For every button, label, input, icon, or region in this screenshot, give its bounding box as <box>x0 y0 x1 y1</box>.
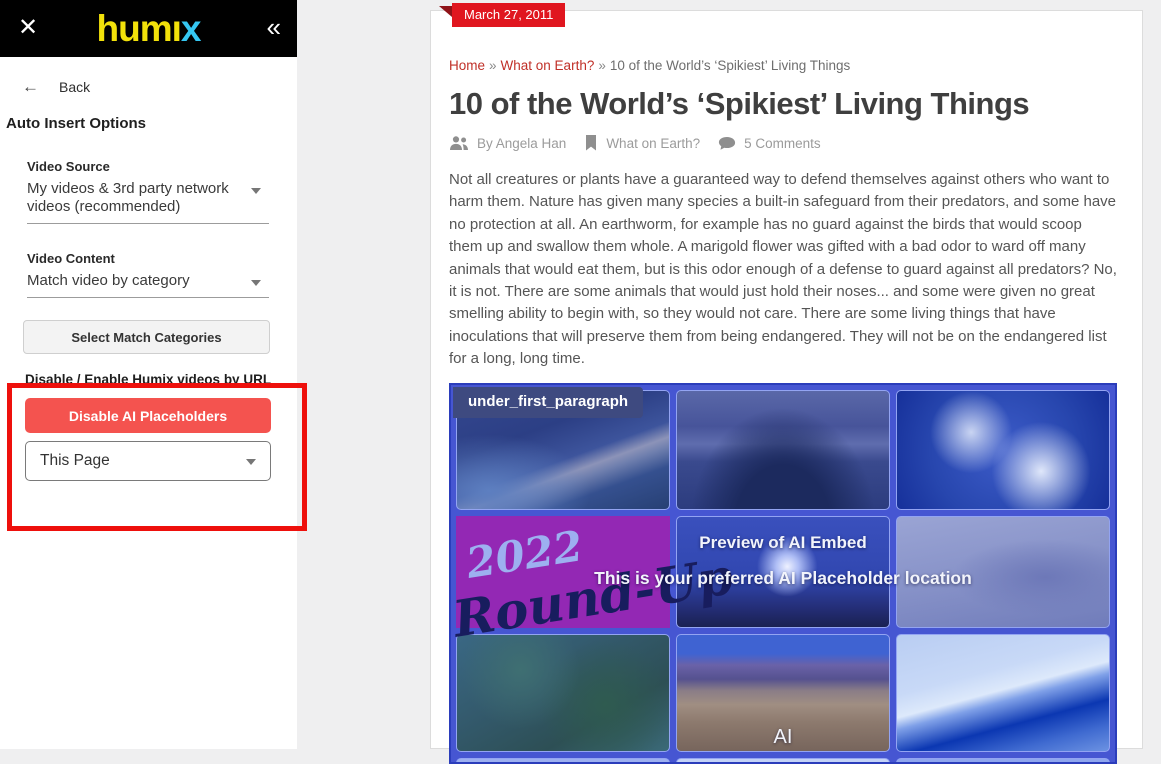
chevron-down-icon <box>251 188 261 194</box>
chevron-down-icon <box>246 459 256 465</box>
placement-tag: under_first_paragraph <box>453 387 643 418</box>
byline-category[interactable]: What on Earth? <box>606 136 700 151</box>
chevron-down-icon <box>251 280 261 286</box>
page-scope-select[interactable]: This Page <box>25 441 271 481</box>
disable-enable-section: Disable / Enable Humix videos by URL Dis… <box>25 372 275 481</box>
video-source-label: Video Source <box>27 159 269 174</box>
embed-preview-title: Preview of AI Embed <box>451 533 1115 553</box>
select-match-categories-button[interactable]: Select Match Categories <box>23 320 270 354</box>
logo-x: x <box>181 8 201 49</box>
thumbnail-earth <box>896 390 1110 510</box>
embed-preview-subtitle: This is your preferred AI Placeholder lo… <box>451 568 1115 589</box>
breadcrumb: Home»What on Earth?»10 of the World’s ‘S… <box>449 58 1116 73</box>
thumbnail-partial <box>676 758 890 764</box>
page-title: 10 of the World’s ‘Spikiest’ Living Thin… <box>449 86 1116 122</box>
thumbnail-volcano <box>676 390 890 510</box>
video-content-field: Video Content Match video by category <box>27 251 269 298</box>
breadcrumb-separator: » <box>489 58 497 73</box>
thumbnail-partial <box>896 758 1110 764</box>
ai-watermark: AI <box>451 726 1115 749</box>
page-scope-value: This Page <box>40 452 110 469</box>
breadcrumb-current: 10 of the World’s ‘Spikiest’ Living Thin… <box>610 58 850 73</box>
disable-section-label: Disable / Enable Humix videos by URL <box>25 372 275 387</box>
byline-author: By Angela Han <box>477 136 566 151</box>
collapse-sidebar-icon[interactable]: « <box>267 12 281 43</box>
humix-sidebar: ✕ humıx « ← Back Auto Insert Options Vid… <box>0 0 297 749</box>
video-source-dropdown[interactable]: My videos & 3rd party network videos (re… <box>27 174 269 224</box>
humix-logo: humıx <box>0 0 297 57</box>
back-button[interactable]: ← Back <box>22 77 297 97</box>
sidebar-header: ✕ humıx « <box>0 0 297 57</box>
back-label: Back <box>59 79 90 95</box>
breadcrumb-separator: » <box>598 58 606 73</box>
thumbnail-partial <box>456 758 670 764</box>
author-icon <box>449 136 469 151</box>
breadcrumb-category-link[interactable]: What on Earth? <box>501 58 595 73</box>
disable-ai-placeholders-button[interactable]: Disable AI Placeholders <box>25 398 271 433</box>
date-badge: March 27, 2011 <box>452 3 565 27</box>
bookmark-icon <box>584 135 598 151</box>
byline: By Angela Han What on Earth? 5 Comments <box>449 135 1116 151</box>
video-content-value: Match video by category <box>27 272 190 289</box>
date-text: March 27, 2011 <box>464 7 553 22</box>
back-arrow-icon: ← <box>22 77 39 97</box>
breadcrumb-home-link[interactable]: Home <box>449 58 485 73</box>
comment-bubble-icon <box>718 136 736 151</box>
video-source-field: Video Source My videos & 3rd party netwo… <box>27 159 269 224</box>
ai-embed-preview: 2022 Round-Up under_first_paragraph Prev… <box>449 383 1117 764</box>
article-card: March 27, 2011 Home»What on Earth?»10 of… <box>430 10 1143 749</box>
byline-comments[interactable]: 5 Comments <box>744 136 821 151</box>
video-content-label: Video Content <box>27 251 269 266</box>
video-source-value: My videos & 3rd party network videos (re… <box>27 180 229 215</box>
logo-text: humı <box>97 8 181 49</box>
panel-title: Auto Insert Options <box>6 115 297 132</box>
ribbon-fold <box>439 6 452 17</box>
video-content-dropdown[interactable]: Match video by category <box>27 266 269 298</box>
article-paragraph: Not all creatures or plants have a guara… <box>449 169 1117 371</box>
